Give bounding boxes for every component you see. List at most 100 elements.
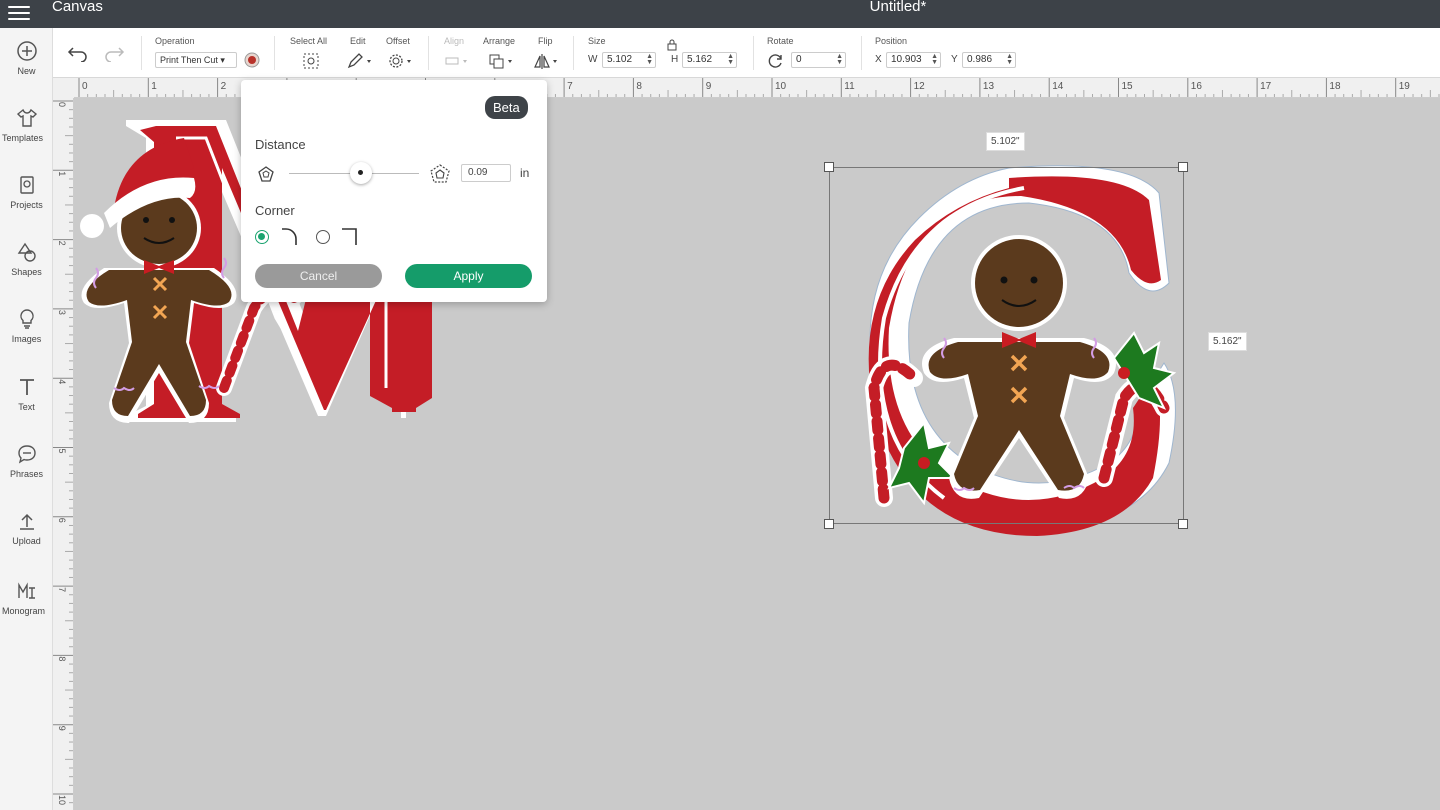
ruler-tick-label: 3: [57, 310, 67, 315]
size-label: Size: [588, 36, 606, 46]
sidebar-item-templates[interactable]: Templates: [0, 107, 53, 167]
ruler-tick-label: 9: [57, 726, 67, 731]
sidebar-item-label: Monogram: [1, 606, 46, 616]
position-x-input[interactable]: 10.903 ▲ ▼: [886, 52, 941, 68]
ruler-tick-label: 2: [221, 81, 227, 92]
selection-handle-top-right[interactable]: [1178, 162, 1188, 172]
material-color-swatch-icon[interactable]: [243, 51, 261, 69]
ruler-tick-label: 6: [57, 518, 67, 523]
sidebar-item-label: Phrases: [9, 469, 44, 479]
document-title[interactable]: Untitled*: [0, 0, 1440, 14]
ruler-tick-label: 7: [57, 587, 67, 592]
sidebar-item-label: Images: [11, 334, 42, 344]
lock-icon[interactable]: [666, 38, 678, 52]
height-dimension-tag: 5.162": [1208, 332, 1247, 351]
text-icon: [19, 379, 34, 395]
operation-select[interactable]: Print Then Cut ▾: [155, 52, 237, 68]
ruler-tick-label: 4: [57, 379, 67, 384]
distance-input[interactable]: 0.09: [461, 164, 511, 182]
rotate-value: 0: [796, 54, 802, 65]
height-value: 5.162: [687, 54, 713, 65]
corner-square-radio[interactable]: [316, 230, 330, 244]
align-icon[interactable]: [443, 52, 471, 70]
sidebar-item-label: Text: [18, 402, 35, 412]
tshirt-icon: [16, 108, 37, 127]
sidebar-item-text[interactable]: Text: [0, 376, 53, 436]
sidebar-item-new[interactable]: New: [0, 40, 53, 100]
top-bar: Canvas Untitled*: [0, 0, 1440, 28]
x-axis-label: X: [875, 54, 882, 65]
selection-bounding-box[interactable]: [829, 167, 1184, 524]
arrange-label: Arrange: [483, 36, 516, 46]
distance-slider-knob[interactable]: [349, 162, 372, 184]
sidebar-item-label: New: [17, 66, 36, 76]
select-all-icon[interactable]: [301, 52, 321, 70]
selection-handle-bottom-right[interactable]: [1178, 519, 1188, 529]
width-input[interactable]: 5.102 ▲ ▼: [602, 52, 656, 68]
sidebar-item-upload[interactable]: Upload: [0, 510, 53, 570]
offset-icon[interactable]: [387, 52, 415, 70]
ruler-tick-label: 9: [706, 81, 712, 92]
ruler-tick-label: 17: [1260, 81, 1272, 92]
offset-panel: Beta Distance 0.09 in Corner Cancel Appl…: [241, 80, 547, 302]
ruler-tick-label: 10: [57, 795, 67, 805]
sidebar-item-projects[interactable]: Projects: [0, 174, 53, 234]
sidebar-item-monogram[interactable]: Monogram: [0, 580, 53, 640]
ruler-tick-label: 1: [151, 81, 157, 92]
ruler-tick-label: 5: [57, 449, 67, 454]
distance-heading: Distance: [255, 137, 306, 152]
distance-value: 0.09: [468, 167, 488, 178]
sidebar-item-shapes[interactable]: Shapes: [0, 241, 53, 301]
ruler-tick-label: 1: [57, 171, 67, 176]
offset-label: Offset: [386, 36, 410, 46]
operation-label: Operation: [155, 36, 195, 46]
ruler-tick-label: 16: [1191, 81, 1203, 92]
y-axis-label: Y: [951, 54, 958, 65]
height-axis-label: H: [671, 54, 679, 65]
monogram-icon: [17, 582, 35, 599]
position-y-input[interactable]: 0.986 ▲ ▼: [962, 52, 1016, 68]
ruler-tick-label: 8: [636, 81, 642, 92]
ruler-tick-label: 15: [1122, 81, 1134, 92]
vertical-ruler: 0 1 2 3 4 5 6 7 8 9 10: [53, 98, 74, 810]
plus-circle-icon: [16, 41, 37, 61]
edit-toolbar: Operation Print Then Cut ▾ Select All Ed…: [53, 28, 1440, 78]
rounded-corner-icon: [282, 228, 297, 245]
ruler-tick-label: 19: [1399, 81, 1411, 92]
sidebar-item-images[interactable]: Images: [0, 308, 53, 368]
cancel-button[interactable]: Cancel: [255, 264, 382, 288]
sidebar-item-label: Projects: [10, 200, 43, 210]
selection-handle-bottom-left[interactable]: [824, 519, 834, 529]
ruler-tick-label: 0: [57, 102, 67, 107]
width-axis-label: W: [588, 54, 598, 65]
undo-icon[interactable]: [67, 44, 89, 62]
corner-rounded-radio[interactable]: [255, 230, 269, 244]
arrange-icon[interactable]: [488, 52, 516, 70]
height-input[interactable]: 5.162 ▲ ▼: [682, 52, 737, 68]
ruler-tick-label: 13: [983, 81, 995, 92]
ruler-tick-label: 2: [57, 241, 67, 246]
select-all-label: Select All: [290, 36, 328, 46]
rotate-icon[interactable]: [767, 52, 785, 70]
position-y-value: 0.986: [967, 54, 993, 65]
rotate-label: Rotate: [767, 36, 794, 46]
edit-pencil-icon[interactable]: [346, 52, 374, 70]
operation-value: Print Then Cut: [160, 55, 218, 65]
ruler-tick-label: 18: [1329, 81, 1341, 92]
sidebar-item-label: Templates: [1, 133, 44, 143]
ruler-corner: [53, 78, 74, 98]
sidebar-item-phrases[interactable]: Phrases: [0, 443, 53, 503]
selection-handle-top-left[interactable]: [824, 162, 834, 172]
lightbulb-icon: [19, 309, 34, 329]
beta-badge: Beta: [485, 96, 528, 119]
speech-bubble-icon: [17, 445, 36, 464]
rotate-input[interactable]: 0 ▲ ▼: [791, 52, 846, 68]
redo-icon[interactable]: [103, 44, 125, 62]
ruler-tick-label: 14: [1052, 81, 1064, 92]
flip-icon[interactable]: [533, 52, 561, 70]
ruler-tick-label: 10: [775, 81, 787, 92]
pentagon-large-icon: [430, 164, 450, 183]
apply-button[interactable]: Apply: [405, 264, 532, 288]
distance-unit: in: [520, 166, 530, 180]
position-x-value: 10.903: [891, 54, 922, 65]
